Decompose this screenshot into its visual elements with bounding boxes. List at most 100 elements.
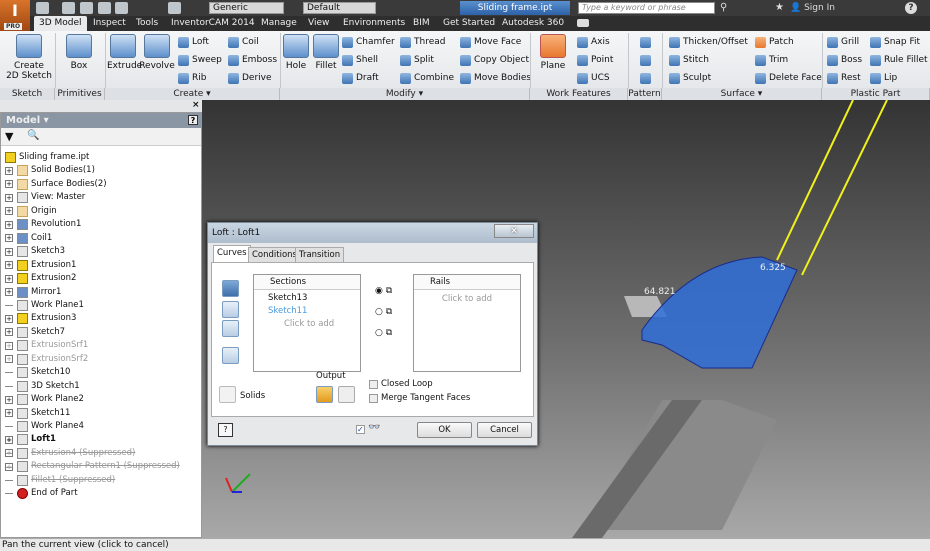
application-menu-button[interactable]: I PRO — [0, 0, 30, 31]
expand-icon[interactable]: + — [5, 409, 13, 418]
help-button[interactable]: ? — [905, 2, 917, 14]
ucs-button[interactable]: UCS — [577, 71, 610, 85]
rails-list[interactable]: Rails Click to add — [413, 274, 521, 372]
dialog-close-button[interactable]: × — [494, 224, 534, 238]
hole-button[interactable]: Hole — [283, 34, 309, 71]
thicken-offset-button[interactable]: Thicken/Offset — [669, 35, 748, 49]
delete-face-button[interactable]: Delete Face — [755, 71, 822, 85]
box-button[interactable]: Box — [64, 34, 94, 71]
expand-icon[interactable]: + — [5, 274, 13, 283]
expand-icon[interactable]: + — [5, 328, 13, 337]
shell-button[interactable]: Shell — [342, 53, 378, 67]
thread-button[interactable]: Thread — [400, 35, 445, 49]
expand-icon[interactable]: + — [5, 247, 13, 256]
tree-item-sketch3[interactable]: + Sketch3 — [5, 245, 65, 258]
cancel-button[interactable]: Cancel — [477, 422, 532, 438]
ok-button[interactable]: OK — [417, 422, 472, 438]
pattern-0-button[interactable] — [640, 35, 651, 49]
derive-button[interactable]: Derive — [228, 71, 272, 85]
section-item[interactable]: Sketch11 — [268, 305, 360, 318]
rule-fillet-button[interactable]: Rule Fillet — [870, 53, 928, 67]
pattern-1-button[interactable] — [640, 53, 651, 67]
extrude-button[interactable]: Extrude — [107, 34, 142, 71]
expand-icon[interactable]: + — [5, 341, 13, 350]
expand-icon[interactable]: + — [5, 355, 13, 364]
tree-item-work-plane4[interactable]: Work Plane4 — [5, 420, 84, 433]
point-mapping-button[interactable] — [222, 347, 239, 364]
rest-button[interactable]: Rest — [827, 71, 861, 85]
boss-button[interactable]: Boss — [827, 53, 862, 67]
panel-primitives[interactable]: Primitives — [55, 88, 105, 100]
favorites-icon[interactable]: ★ — [775, 2, 784, 13]
tree-item-rectangular-pattern1-suppressed[interactable]: + Rectangular Pattern1 (Suppressed) — [5, 460, 180, 473]
tab-transition[interactable]: Transition — [295, 247, 345, 262]
tree-item-solid-bodies-1[interactable]: + Solid Bodies(1) — [5, 164, 95, 177]
copy-object-button[interactable]: Copy Object — [460, 53, 529, 67]
tree-item-surface-bodies-2[interactable]: + Surface Bodies(2) — [5, 178, 107, 191]
tab-curves[interactable]: Curves — [213, 245, 251, 263]
tree-item-extrusionsrf1[interactable]: + ExtrusionSrf1 — [5, 339, 88, 352]
rails-click-to-add[interactable]: Click to add — [414, 294, 520, 304]
move-face-button[interactable]: Move Face — [460, 35, 521, 49]
redo-icon[interactable] — [115, 2, 128, 14]
merge-tangent-checkbox[interactable] — [369, 394, 378, 403]
sections-select-button[interactable] — [222, 280, 239, 297]
output-solid-button[interactable] — [316, 386, 333, 403]
tree-item-sketch10[interactable]: Sketch10 — [5, 366, 70, 379]
output-surface-button[interactable] — [338, 386, 355, 403]
sign-in-link[interactable]: 👤 Sign In — [790, 3, 835, 13]
section-item[interactable]: Sketch13 — [268, 292, 360, 305]
panel-modify[interactable]: Modify ▾ — [280, 88, 530, 100]
coil-button[interactable]: Coil — [228, 35, 259, 49]
panel-plastic-part[interactable]: Plastic Part — [822, 88, 930, 100]
tree-item-origin[interactable]: + Origin — [5, 205, 57, 218]
tree-item-coil1[interactable]: + Coil1 — [5, 232, 52, 245]
expand-icon[interactable]: + — [5, 207, 13, 216]
grill-button[interactable]: Grill — [827, 35, 859, 49]
tree-item-extrusionsrf2[interactable]: + ExtrusionSrf2 — [5, 353, 88, 366]
tab-3d-model[interactable]: 3D Model — [34, 16, 87, 31]
patch-button[interactable]: Patch — [755, 35, 794, 49]
expand-icon[interactable]: + — [5, 261, 13, 270]
sections-list[interactable]: Sections Sketch13 Sketch11 Click to add — [253, 274, 361, 372]
expand-icon[interactable]: + — [5, 395, 13, 404]
update-icon[interactable] — [168, 2, 181, 14]
expand-icon[interactable]: + — [5, 193, 13, 202]
create-2d-sketch-button[interactable]: Create 2D Sketch — [6, 34, 52, 81]
tab-environments[interactable]: Environments — [338, 16, 410, 31]
axis-button[interactable]: Axis — [577, 35, 610, 49]
panel-pattern[interactable]: Pattern — [628, 88, 662, 100]
move-bodies-button[interactable]: Move Bodies — [460, 71, 531, 85]
rib-button[interactable]: Rib — [178, 71, 206, 85]
expand-icon[interactable]: + — [5, 314, 13, 323]
radio-rails[interactable]: ◉ ⧉ — [375, 281, 392, 302]
sweep-button[interactable]: Sweep — [178, 53, 222, 67]
expand-icon[interactable]: + — [5, 220, 13, 229]
close-browser-icon[interactable]: × — [192, 100, 200, 110]
tab-get-started[interactable]: Get Started — [438, 16, 500, 31]
tree-item-work-plane1[interactable]: Work Plane1 — [5, 299, 84, 312]
plane-button[interactable]: Plane — [538, 34, 568, 71]
tree-item-extrusion3[interactable]: + Extrusion3 — [5, 312, 76, 325]
search-input[interactable]: Type a keyword or phrase — [578, 2, 715, 14]
expand-icon[interactable]: + — [5, 166, 13, 175]
snap-fit-button[interactable]: Snap Fit — [870, 35, 920, 49]
tree-item-3d-sketch1[interactable]: 3D Sketch1 — [5, 380, 80, 393]
tree-item-loft1[interactable]: + Loft1 — [5, 433, 56, 446]
expand-icon[interactable]: + — [5, 234, 13, 243]
tab-manage[interactable]: Manage — [256, 16, 302, 31]
open-icon[interactable] — [62, 2, 75, 14]
save-icon[interactable] — [80, 2, 93, 14]
tree-item-fillet1-suppressed[interactable]: Fillet1 (Suppressed) — [5, 474, 115, 487]
tab-inventorcam-2014[interactable]: InventorCAM 2014 — [166, 16, 260, 31]
stitch-button[interactable]: Stitch — [669, 53, 709, 67]
tree-item-end-of-part[interactable]: End of Part — [5, 487, 78, 500]
tree-item-extrusion4-suppressed[interactable]: + Extrusion4 (Suppressed) — [5, 447, 135, 460]
panel-work-features[interactable]: Work Features — [530, 88, 628, 100]
radio-centerline[interactable]: ○ ⧉ — [375, 302, 392, 323]
split-button[interactable]: Split — [400, 53, 434, 67]
expand-icon[interactable]: + — [5, 449, 13, 458]
expand-icon[interactable]: + — [5, 435, 13, 444]
tree-item-sketch11[interactable]: + Sketch11 — [5, 407, 70, 420]
undo-icon[interactable] — [98, 2, 111, 14]
